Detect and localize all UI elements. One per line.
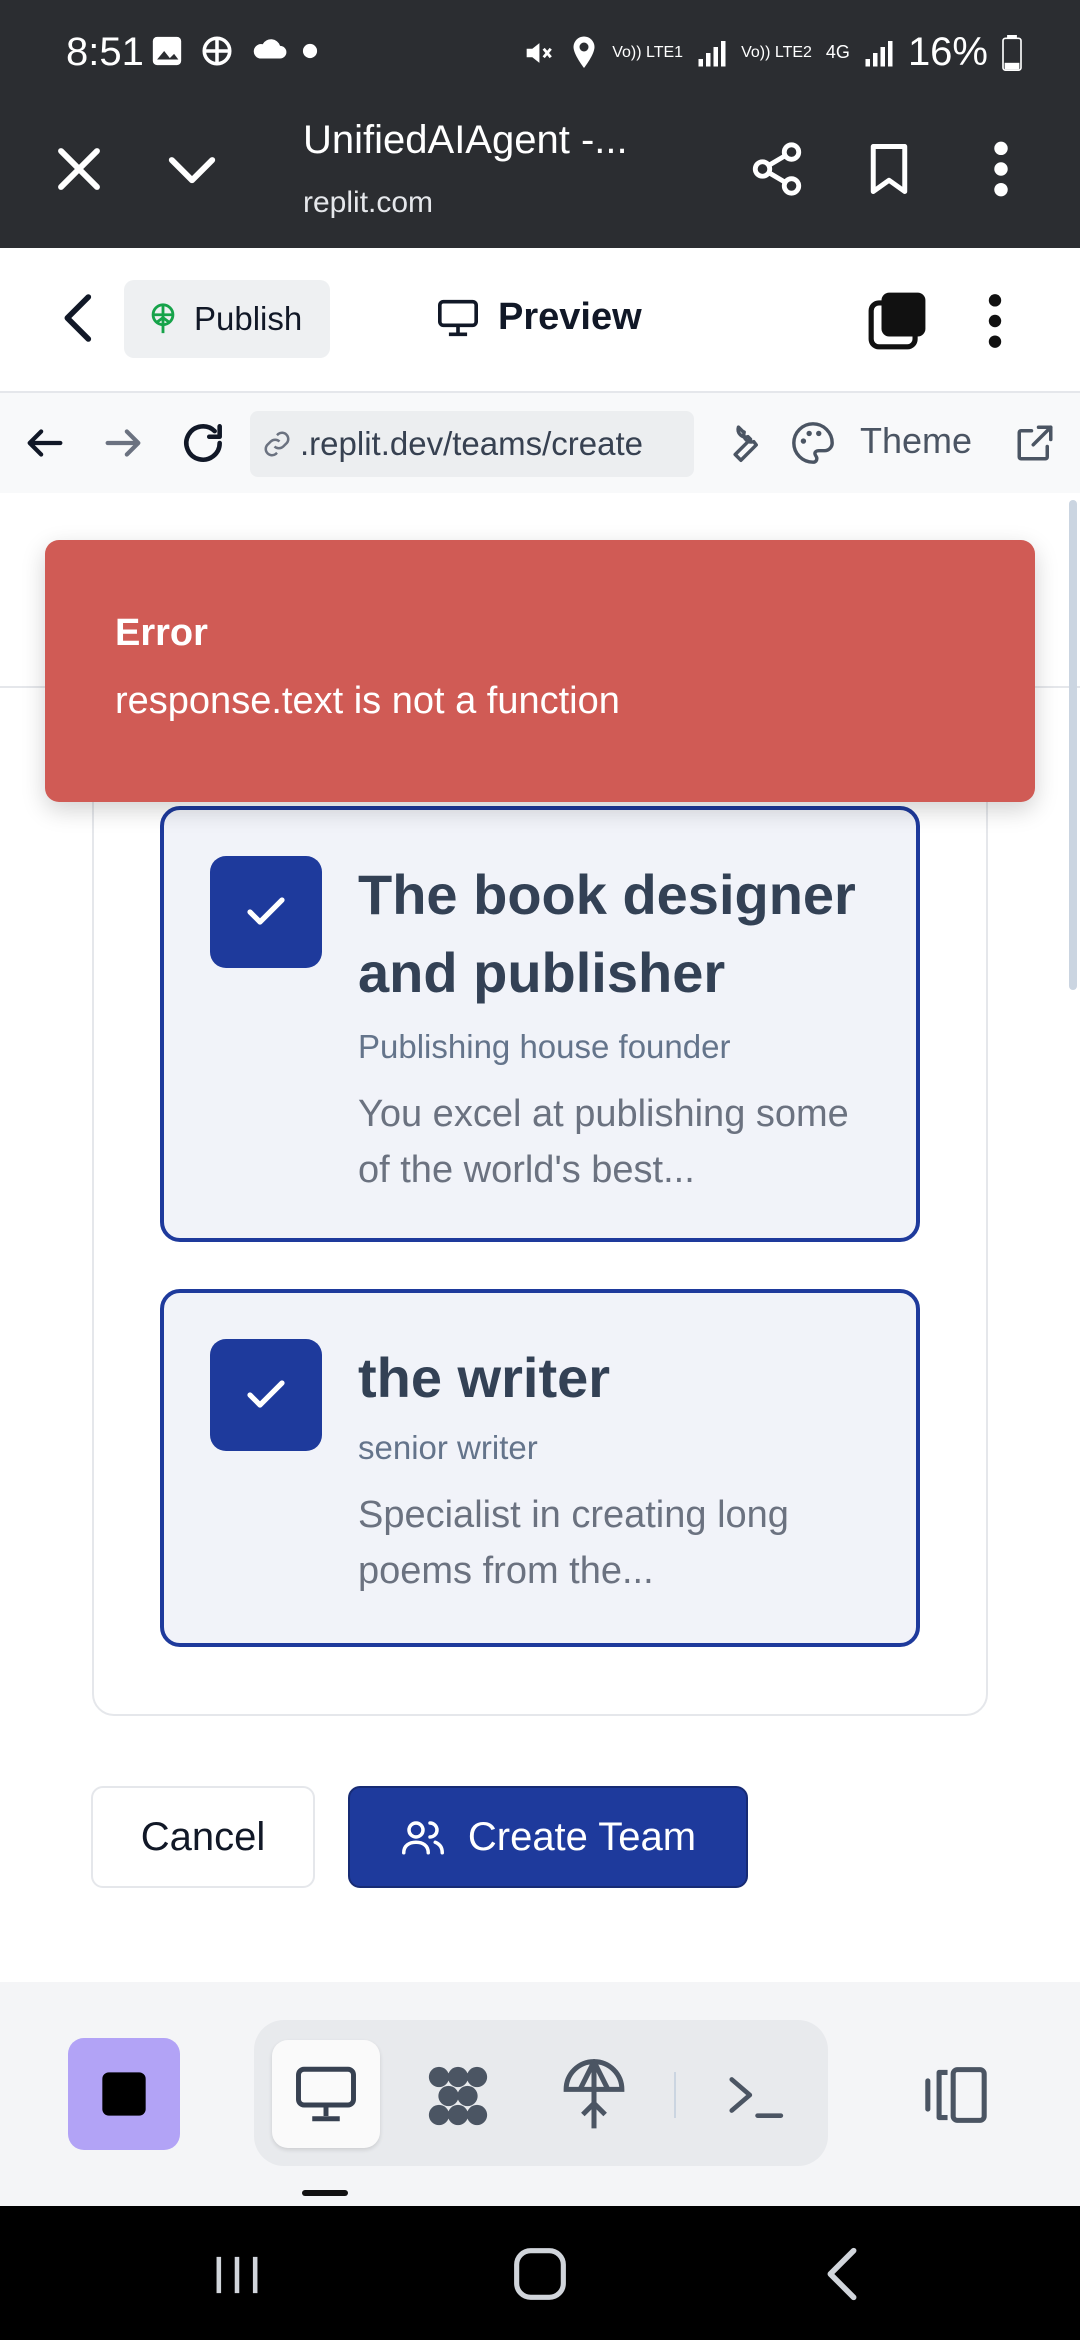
home-icon: [514, 2248, 566, 2300]
external-link-icon: [1017, 425, 1053, 461]
devtools-button[interactable]: [716, 420, 762, 471]
monitor-icon: [296, 2066, 356, 2122]
back-button[interactable]: [56, 290, 102, 351]
member-checkbox[interactable]: [210, 1339, 322, 1451]
member-name: the writer: [358, 1346, 611, 1409]
replit-menu-button[interactable]: [982, 290, 1008, 357]
chevron-left-icon: [827, 2247, 857, 2301]
battery-percentage: 16%: [907, 30, 988, 74]
publish-label: Publish: [194, 300, 303, 337]
reload-icon: [184, 424, 222, 462]
theme-palette-button[interactable]: [790, 420, 836, 471]
status-time: 8:51: [66, 30, 144, 74]
deploy-tool-button[interactable]: [560, 2056, 628, 2139]
bookmark-icon: [870, 144, 908, 194]
nav-back-button[interactable]: [22, 420, 68, 471]
member-checkbox[interactable]: [210, 856, 322, 968]
theme-label[interactable]: Theme: [860, 420, 972, 462]
arrow-right-icon: [105, 429, 141, 457]
signal-icon: [698, 40, 726, 66]
member-name: The book designer and publisher: [358, 863, 856, 1004]
share-icon: [752, 142, 802, 196]
system-back-button[interactable]: [822, 2246, 862, 2307]
agent-tool-button[interactable]: [420, 2058, 496, 2139]
network-1-label: Vo)) LTE1: [612, 43, 684, 61]
close-icon: [58, 148, 100, 190]
dot-icon: [302, 43, 318, 59]
browser-page-title[interactable]: UnifiedAIAgent -...: [303, 118, 628, 163]
create-team-button[interactable]: Create Team: [348, 1786, 748, 1888]
home-button[interactable]: [512, 2246, 568, 2307]
tabs-button[interactable]: [866, 290, 928, 357]
panel-layout-icon: [925, 2067, 987, 2123]
gallery-icon: [152, 36, 182, 66]
toolbar-divider: [674, 2072, 676, 2118]
publish-tree-icon: [151, 303, 175, 334]
member-option-book-designer[interactable]: The book designer and publisher Publishi…: [160, 806, 920, 1242]
nav-forward-button[interactable]: [100, 420, 146, 471]
toast-title: Error: [115, 612, 208, 654]
webview-tool-button[interactable]: [272, 2040, 380, 2148]
network-type-label: 4G: [825, 42, 850, 62]
preview-label: Preview: [498, 296, 642, 338]
cancel-button[interactable]: Cancel: [91, 1786, 315, 1888]
stop-button[interactable]: [68, 2038, 180, 2150]
url-text: .replit.dev/teams/create: [300, 425, 643, 462]
status-notification-icons: [150, 34, 318, 68]
stacked-tabs-icon: [868, 292, 926, 350]
check-icon: [247, 897, 285, 925]
member-role: senior writer: [358, 1429, 538, 1466]
more-vertical-icon: [988, 294, 1002, 348]
error-toast[interactable]: Error response.text is not a function: [45, 540, 1035, 802]
toast-message: response.text is not a function: [115, 680, 620, 722]
users-icon: [401, 1821, 444, 1855]
close-tab-button[interactable]: [52, 142, 106, 201]
link-icon: [264, 431, 290, 457]
active-indicator: [302, 2190, 348, 2196]
battery-icon: [1002, 34, 1022, 71]
share-button[interactable]: [748, 138, 806, 205]
wrench-icon: [733, 425, 758, 462]
arrow-left-icon: [27, 429, 63, 457]
check-icon: [247, 1380, 285, 1408]
open-external-button[interactable]: [1014, 422, 1056, 469]
status-right-group: Vo)) LTE1 Vo)) LTE2 4G 16%: [520, 30, 1022, 75]
pinwheel-icon: [202, 36, 232, 66]
scrollbar[interactable]: [1069, 500, 1077, 990]
palette-icon: [792, 422, 834, 464]
create-team-label: Create Team: [467, 1814, 697, 1859]
signal-icon-2: [865, 40, 893, 66]
member-description: You excel at publishing some of the worl…: [358, 1093, 849, 1191]
browser-domain: replit.com: [303, 186, 434, 219]
chevron-down-icon: [168, 157, 216, 184]
layout-toggle-button[interactable]: [922, 2064, 990, 2131]
browser-menu-button[interactable]: [986, 138, 1016, 205]
member-option-writer[interactable]: the writer senior writer Specialist in c…: [160, 1289, 920, 1647]
network-2-label: Vo)) LTE2: [741, 43, 812, 61]
agent-icon: [428, 2066, 488, 2126]
mute-icon: [526, 42, 553, 63]
recents-icon: [216, 2256, 258, 2294]
stop-icon: [102, 2072, 146, 2116]
bookmark-button[interactable]: [862, 138, 916, 205]
publish-button[interactable]: Publish: [124, 280, 330, 358]
recents-button[interactable]: [212, 2252, 262, 2303]
member-description: Specialist in creating long poems from t…: [358, 1494, 789, 1592]
monitor-icon: [438, 299, 478, 336]
preview-button[interactable]: Preview: [436, 296, 642, 339]
deploy-icon: [563, 2059, 625, 2129]
terminal-icon: [729, 2077, 784, 2118]
chevron-left-icon: [64, 294, 92, 342]
minimize-tab-button[interactable]: [162, 142, 222, 201]
url-input[interactable]: .replit.dev/teams/create: [250, 411, 694, 477]
reload-button[interactable]: [178, 418, 228, 473]
location-icon: [573, 36, 595, 68]
member-role: Publishing house founder: [358, 1028, 731, 1065]
shell-tool-button[interactable]: [724, 2066, 786, 2129]
more-vertical-icon: [994, 141, 1008, 197]
cloud-icon: [253, 39, 287, 59]
